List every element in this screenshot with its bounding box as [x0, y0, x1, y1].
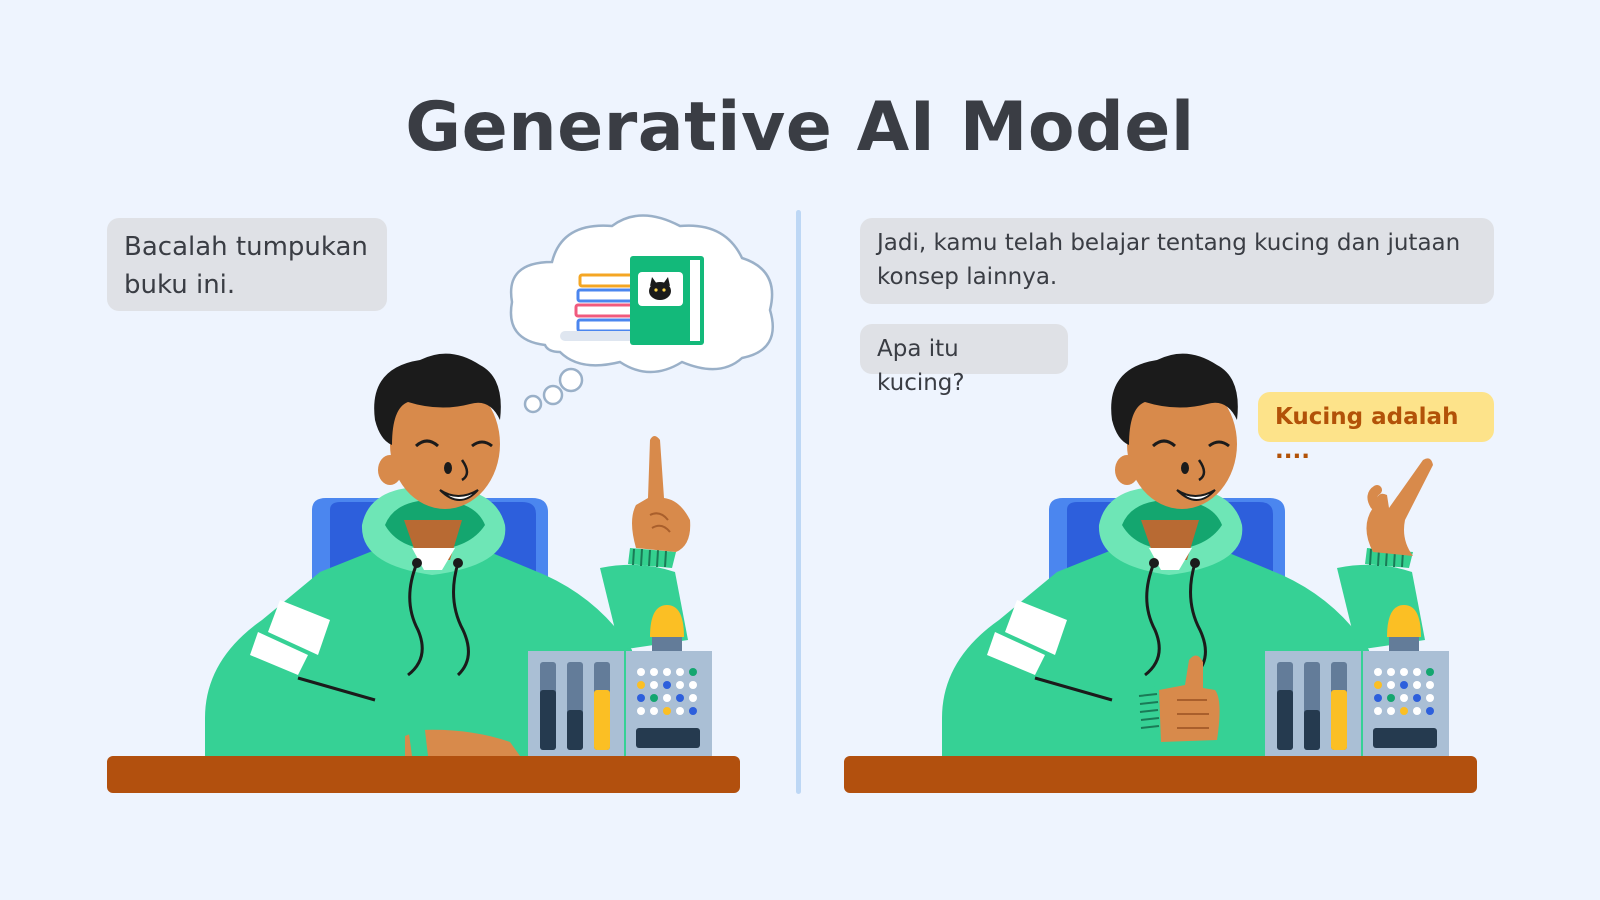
right-person-illustration: [842, 352, 1479, 795]
pointing-hand: [632, 436, 691, 552]
left-person-illustration: [105, 214, 775, 795]
cat-book: [630, 256, 704, 345]
illustration-scene: [105, 214, 1479, 795]
thought-bubble: [509, 214, 775, 414]
